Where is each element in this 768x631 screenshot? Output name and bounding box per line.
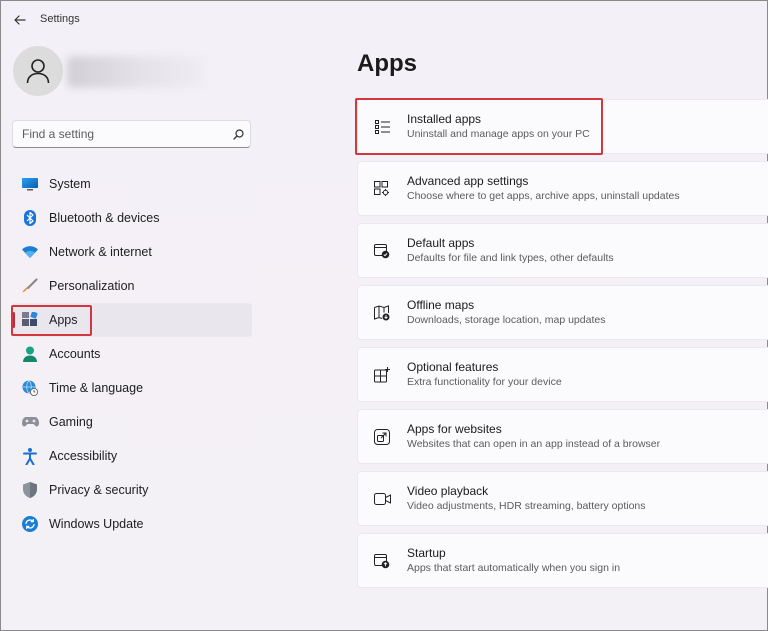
card-subtitle: Choose where to get apps, archive apps, … (407, 190, 680, 202)
map-icon (372, 303, 392, 323)
card-title: Video playback (407, 484, 489, 498)
sidebar-item-label: Accounts (49, 347, 101, 361)
monitor-icon (20, 174, 40, 194)
sidebar-item-label: Privacy & security (49, 483, 149, 497)
card-title: Installed apps (407, 112, 482, 126)
settings-window: Settings Find a setting System Bluetooth… (0, 0, 768, 631)
list-icon (372, 117, 392, 137)
wifi-icon (20, 242, 40, 262)
video-icon (372, 489, 392, 509)
sidebar-item-accounts[interactable]: Accounts (12, 337, 252, 371)
card-startup[interactable]: Startup Apps that start automatically wh… (357, 533, 768, 588)
paintbrush-icon (20, 276, 40, 296)
search-box[interactable]: Find a setting (12, 120, 251, 148)
card-subtitle: Websites that can open in an app instead… (407, 438, 661, 450)
sidebar-item-label: Bluetooth & devices (49, 211, 160, 225)
sidebar-nav: System Bluetooth & devices Network & int… (12, 167, 252, 541)
sidebar-item-windows-update[interactable]: Windows Update (12, 507, 252, 541)
card-subtitle: Defaults for file and link types, other … (407, 252, 614, 264)
person-icon (20, 344, 40, 364)
shield-icon (20, 480, 40, 500)
page-title: Apps (357, 50, 417, 77)
card-title: Apps for websites (407, 422, 502, 436)
card-subtitle: Apps that start automatically when you s… (407, 562, 621, 574)
gamepad-icon (20, 412, 40, 432)
sidebar-item-privacy[interactable]: Privacy & security (12, 473, 252, 507)
sidebar-item-label: Gaming (49, 415, 93, 429)
card-subtitle: Video adjustments, HDR streaming, batter… (407, 500, 646, 512)
user-name-redacted (67, 56, 203, 88)
card-apps-for-websites[interactable]: Apps for websites Websites that can open… (357, 409, 768, 464)
sidebar-item-gaming[interactable]: Gaming (12, 405, 252, 439)
sidebar-item-bluetooth[interactable]: Bluetooth & devices (12, 201, 252, 235)
back-arrow-icon (14, 15, 26, 25)
avatar[interactable] (13, 46, 63, 96)
sidebar-item-network[interactable]: Network & internet (12, 235, 252, 269)
selection-indicator (12, 312, 15, 328)
card-title: Default apps (407, 236, 475, 250)
window-title: Settings (40, 13, 80, 25)
sidebar-item-label: Time & language (49, 381, 144, 395)
sidebar-item-label: Windows Update (49, 517, 144, 531)
title-bar: Settings (1, 1, 767, 39)
open-in-app-icon (372, 427, 392, 447)
globe-clock-icon (20, 378, 40, 398)
bluetooth-icon (20, 208, 40, 228)
sidebar-item-time-language[interactable]: Time & language (12, 371, 252, 405)
sidebar-item-label: Accessibility (49, 449, 118, 463)
sidebar-item-label: Apps (49, 313, 78, 327)
sidebar-item-apps[interactable]: Apps (12, 303, 252, 337)
sidebar-item-label: Personalization (49, 279, 135, 293)
accessibility-icon (20, 446, 40, 466)
card-title: Optional features (407, 360, 499, 374)
card-title: Advanced app settings (407, 174, 529, 188)
search-icon[interactable] (226, 122, 250, 146)
card-subtitle: Downloads, storage location, map updates (407, 314, 606, 326)
card-video-playback[interactable]: Video playback Video adjustments, HDR st… (357, 471, 768, 526)
app-settings-icon (372, 179, 392, 199)
card-subtitle: Uninstall and manage apps on your PC (407, 128, 590, 140)
card-advanced-app-settings[interactable]: Advanced app settings Choose where to ge… (357, 161, 768, 216)
startup-icon (372, 551, 392, 571)
card-title: Offline maps (407, 298, 475, 312)
back-button[interactable] (9, 10, 31, 30)
sidebar-item-system[interactable]: System (12, 167, 252, 201)
card-default-apps[interactable]: Default apps Defaults for file and link … (357, 223, 768, 278)
sidebar-item-label: System (49, 177, 91, 191)
card-installed-apps[interactable]: Installed apps Uninstall and manage apps… (357, 99, 768, 154)
settings-card-list: Installed apps Uninstall and manage apps… (357, 99, 768, 595)
person-icon (26, 59, 50, 84)
search-input[interactable]: Find a setting (22, 127, 226, 141)
sidebar-item-personalization[interactable]: Personalization (12, 269, 252, 303)
update-icon (20, 514, 40, 534)
card-optional-features[interactable]: Optional features Extra functionality fo… (357, 347, 768, 402)
card-offline-maps[interactable]: Offline maps Downloads, storage location… (357, 285, 768, 340)
default-apps-icon (372, 241, 392, 261)
sidebar-item-accessibility[interactable]: Accessibility (12, 439, 252, 473)
card-title: Startup (407, 546, 446, 560)
card-subtitle: Extra functionality for your device (407, 376, 562, 388)
sidebar-item-label: Network & internet (49, 245, 152, 259)
grid-plus-icon (372, 365, 392, 385)
apps-icon (20, 310, 40, 330)
